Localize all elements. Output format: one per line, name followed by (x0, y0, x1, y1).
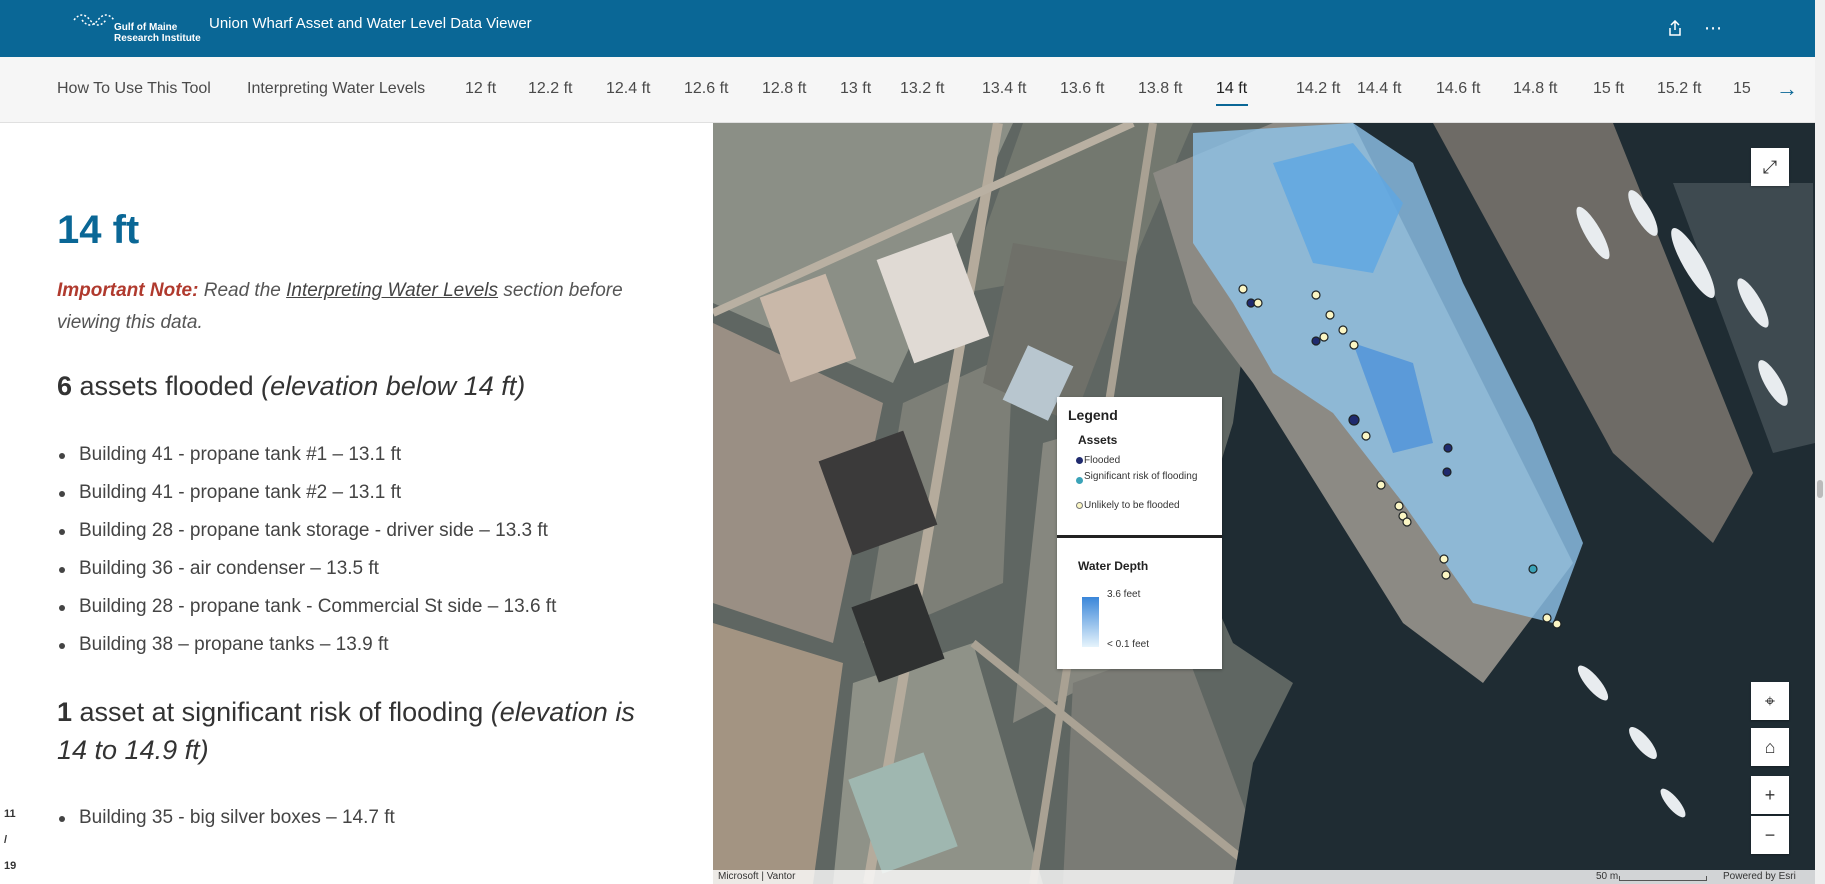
important-note: Important Note: Read the Interpreting Wa… (57, 275, 657, 339)
depth-color-ramp (1082, 597, 1099, 647)
nav-tab[interactable]: 14.8 ft (1513, 80, 1557, 98)
list-item: Building 28 - propane tank storage - dri… (57, 512, 556, 550)
nav-next-arrow-icon[interactable]: → (1776, 76, 1798, 102)
nav-tab[interactable]: 13.6 ft (1060, 80, 1104, 98)
map-attribution: Microsoft | Vantor 50 m Powered by Esri (713, 870, 1815, 884)
list-item: Building 41 - propane tank #1 – 13.1 ft (57, 436, 556, 474)
zoom-out-button[interactable]: − (1751, 816, 1789, 854)
logo-line1: Gulf of Maine (114, 22, 178, 33)
nav-tab[interactable]: 12 ft (465, 80, 496, 98)
nav-tab[interactable]: Interpreting Water Levels (247, 80, 425, 98)
zoom-in-button[interactable]: + (1751, 776, 1789, 814)
legend-divider (1057, 535, 1222, 538)
scroll-thumb[interactable] (1817, 480, 1823, 498)
unlikely-dot-icon (1076, 502, 1083, 509)
scale-label: 50 m (1596, 871, 1619, 882)
nav-tab[interactable]: 15.2 ft (1657, 80, 1701, 98)
legend-unlikely: Unlikely to be flooded (1076, 500, 1214, 512)
note-label: Important Note: (57, 280, 199, 301)
more-icon[interactable]: ⋯ (1700, 15, 1726, 41)
list-item: Building 41 - propane tank #2 – 13.1 ft (57, 474, 556, 512)
legend-title: Legend (1068, 407, 1118, 423)
legend-flooded: Flooded (1076, 455, 1214, 467)
list-item: Building 35 - big silver boxes – 14.7 ft (57, 799, 395, 837)
flooded-paren: (elevation below 14 ft) (261, 371, 526, 401)
page-title: 14 ft (57, 208, 140, 252)
nav-tab[interactable]: 13.2 ft (900, 80, 944, 98)
legend-unlikely-label: Unlikely to be flooded (1084, 500, 1180, 511)
map-legend: Legend Assets Flooded Significant risk o… (1057, 397, 1222, 669)
nav-tab[interactable]: 13.8 ft (1138, 80, 1182, 98)
legend-assets-title: Assets (1078, 433, 1118, 447)
app-title: Union Wharf Asset and Water Level Data V… (209, 15, 532, 32)
legend-flooded-label: Flooded (1084, 455, 1121, 466)
attribution-text: Microsoft | Vantor (718, 871, 796, 882)
risk-heading: 1 asset at significant risk of flooding … (57, 693, 657, 769)
nav-tab[interactable]: 12.4 ft (606, 80, 650, 98)
pager-current: 11 (4, 808, 16, 820)
section-nav: How To Use This Tool Interpreting Water L… (0, 57, 1815, 123)
flooded-list: Building 41 - propane tank #1 – 13.1 ft B… (57, 436, 556, 664)
risk-text: asset at significant risk of flooding (72, 697, 491, 727)
depth-min-label: < 0.1 feet (1107, 639, 1149, 650)
logo-line2: Research Institute (114, 33, 201, 44)
logo-waves-icon (73, 14, 115, 26)
nav-tab[interactable]: 12.6 ft (684, 80, 728, 98)
interpreting-link[interactable]: Interpreting Water Levels (286, 280, 498, 301)
locate-icon[interactable]: ⌖ (1751, 682, 1789, 720)
logo[interactable]: Gulf of Maine Research Institute (72, 8, 202, 48)
risk-dot-icon (1076, 477, 1083, 484)
risk-list: Building 35 - big silver boxes – 14.7 ft (57, 799, 395, 837)
nav-tab[interactable]: 13 ft (840, 80, 871, 98)
nav-tab[interactable]: 14.6 ft (1436, 80, 1480, 98)
content-panel: 14 ft Important Note: Read the Interpret… (0, 123, 713, 884)
legend-risk-label: Significant risk of flooding (1084, 471, 1198, 482)
app-header: Gulf of Maine Research Institute Union W… (0, 0, 1825, 57)
nav-tab[interactable]: 14.2 ft (1296, 80, 1340, 98)
nav-tab[interactable]: 12.8 ft (762, 80, 806, 98)
note-pre: Read the (198, 280, 287, 301)
nav-tab[interactable]: How To Use This Tool (57, 80, 211, 98)
pager-total: 19 (4, 860, 17, 872)
nav-tab[interactable]: 13.4 ft (982, 80, 1026, 98)
powered-by[interactable]: Powered by Esri (1723, 871, 1796, 882)
logo-text: Gulf of Maine Research Institute (114, 22, 201, 44)
map-view[interactable]: ⤢ Legend Assets Flooded Significant risk… (713, 123, 1815, 884)
pager-sep: / (4, 834, 8, 846)
legend-depth-title: Water Depth (1078, 559, 1149, 573)
nav-tab[interactable]: 14 ft (1216, 80, 1247, 98)
flooded-text: assets flooded (72, 371, 262, 401)
flooded-heading: 6 assets flooded (elevation below 14 ft) (57, 367, 657, 405)
nav-tab[interactable]: 15 ft (1593, 80, 1624, 98)
depth-max-label: 3.6 feet (1107, 589, 1141, 600)
expand-icon[interactable]: ⤢ (1751, 148, 1789, 186)
nav-tab[interactable]: 12.2 ft (528, 80, 572, 98)
share-icon[interactable] (1662, 15, 1688, 41)
home-icon[interactable]: ⌂ (1751, 728, 1789, 766)
flooded-dot-icon (1076, 457, 1083, 464)
aerial-imagery (713, 123, 1815, 884)
nav-tab[interactable]: 15 (1733, 80, 1751, 98)
page-scrollbar[interactable] (1815, 0, 1825, 884)
nav-tab[interactable]: 14.4 ft (1357, 80, 1401, 98)
scale-bar (1619, 876, 1707, 881)
list-item: Building 38 – propane tanks – 13.9 ft (57, 626, 556, 664)
list-item: Building 36 - air condenser – 13.5 ft (57, 550, 556, 588)
active-tab-underline (1216, 104, 1248, 106)
legend-risk: Significant risk of flooding (1076, 471, 1214, 484)
flooded-count: 6 (57, 371, 73, 401)
risk-count: 1 (57, 697, 73, 727)
list-item: Building 28 - propane tank - Commercial … (57, 588, 556, 626)
